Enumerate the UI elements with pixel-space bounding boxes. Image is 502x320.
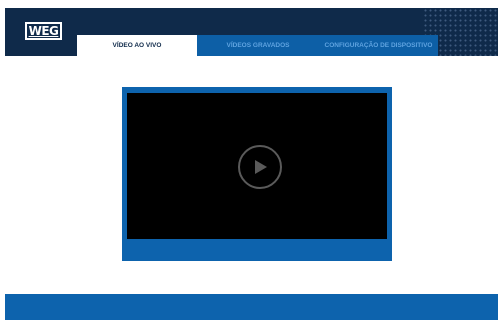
nav-tabs: VÍDEO AO VIVO VÍDEOS GRAVADOS CONFIGURAÇ… <box>77 35 438 56</box>
logo-text: WEG <box>28 24 59 38</box>
play-button[interactable] <box>238 145 282 189</box>
video-player <box>122 87 392 261</box>
tab-live-video[interactable]: VÍDEO AO VIVO <box>77 35 197 56</box>
tab-device-configuration[interactable]: CONFIGURAÇÃO DE DISPOSITIVO <box>319 35 438 56</box>
footer-bar <box>5 294 498 320</box>
tab-recorded-videos[interactable]: VÍDEOS GRAVADOS <box>197 35 319 56</box>
app-header: WEG VÍDEO AO VIVO VÍDEOS GRAVADOS CONFIG… <box>5 8 498 56</box>
play-icon <box>255 160 267 174</box>
weg-logo: WEG <box>25 22 62 40</box>
video-screen[interactable] <box>127 93 387 239</box>
